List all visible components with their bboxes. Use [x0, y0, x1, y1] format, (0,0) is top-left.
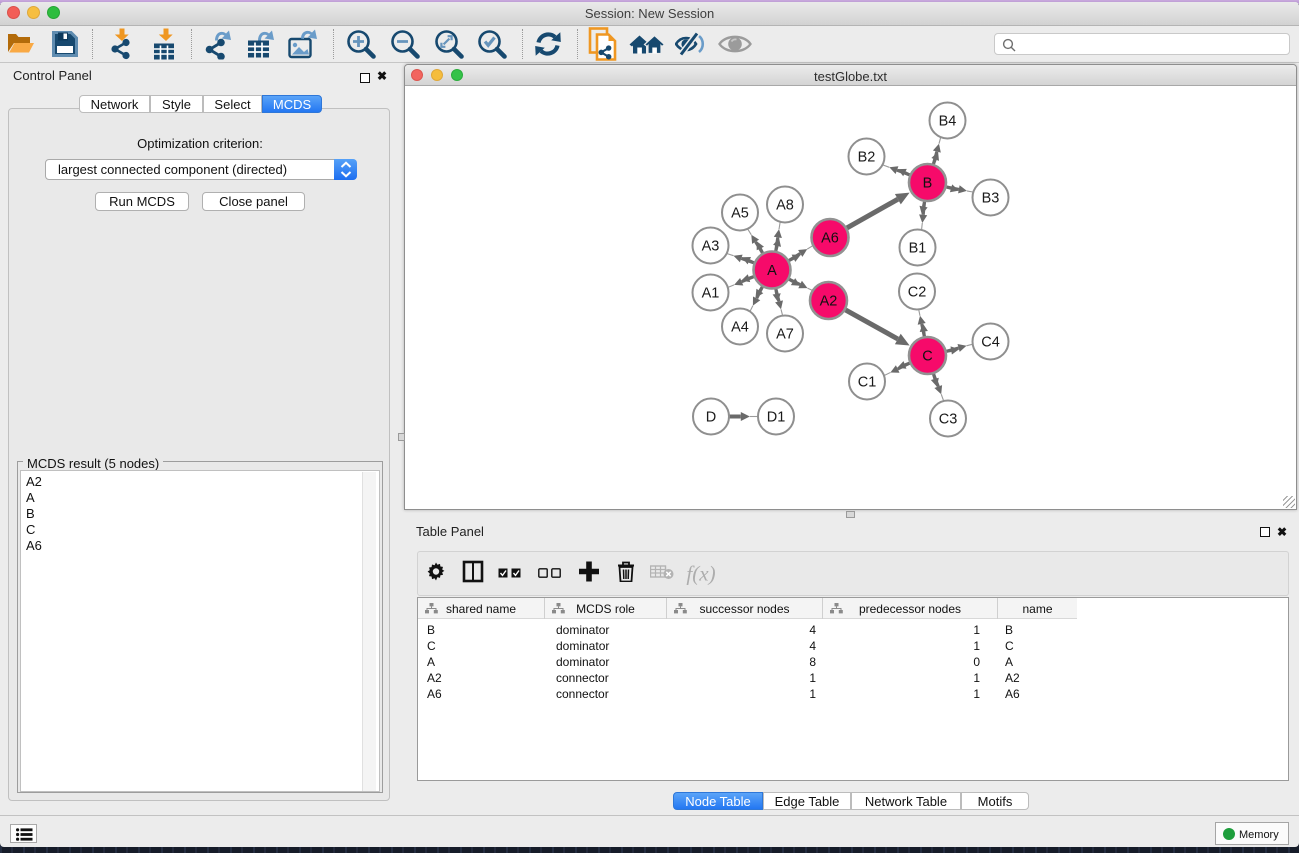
svg-text:A8: A8 — [776, 198, 794, 214]
svg-text:C: C — [922, 349, 932, 365]
svg-text:B2: B2 — [858, 150, 876, 166]
svg-text:D1: D1 — [767, 410, 786, 426]
svg-text:D: D — [706, 410, 716, 426]
svg-text:C2: C2 — [908, 285, 927, 301]
svg-text:C4: C4 — [981, 335, 1000, 351]
svg-text:A1: A1 — [702, 286, 720, 302]
svg-text:B: B — [923, 176, 933, 192]
svg-text:A: A — [767, 263, 777, 279]
svg-text:A6: A6 — [821, 231, 839, 247]
svg-text:B3: B3 — [982, 191, 1000, 207]
svg-text:B1: B1 — [909, 241, 927, 257]
svg-text:C3: C3 — [939, 412, 958, 428]
svg-text:A7: A7 — [776, 327, 794, 343]
svg-text:A5: A5 — [731, 206, 749, 222]
svg-text:B4: B4 — [939, 114, 957, 130]
svg-text:A2: A2 — [820, 294, 838, 310]
svg-text:A3: A3 — [702, 239, 720, 255]
svg-text:C1: C1 — [858, 375, 877, 391]
svg-text:A4: A4 — [731, 320, 749, 336]
